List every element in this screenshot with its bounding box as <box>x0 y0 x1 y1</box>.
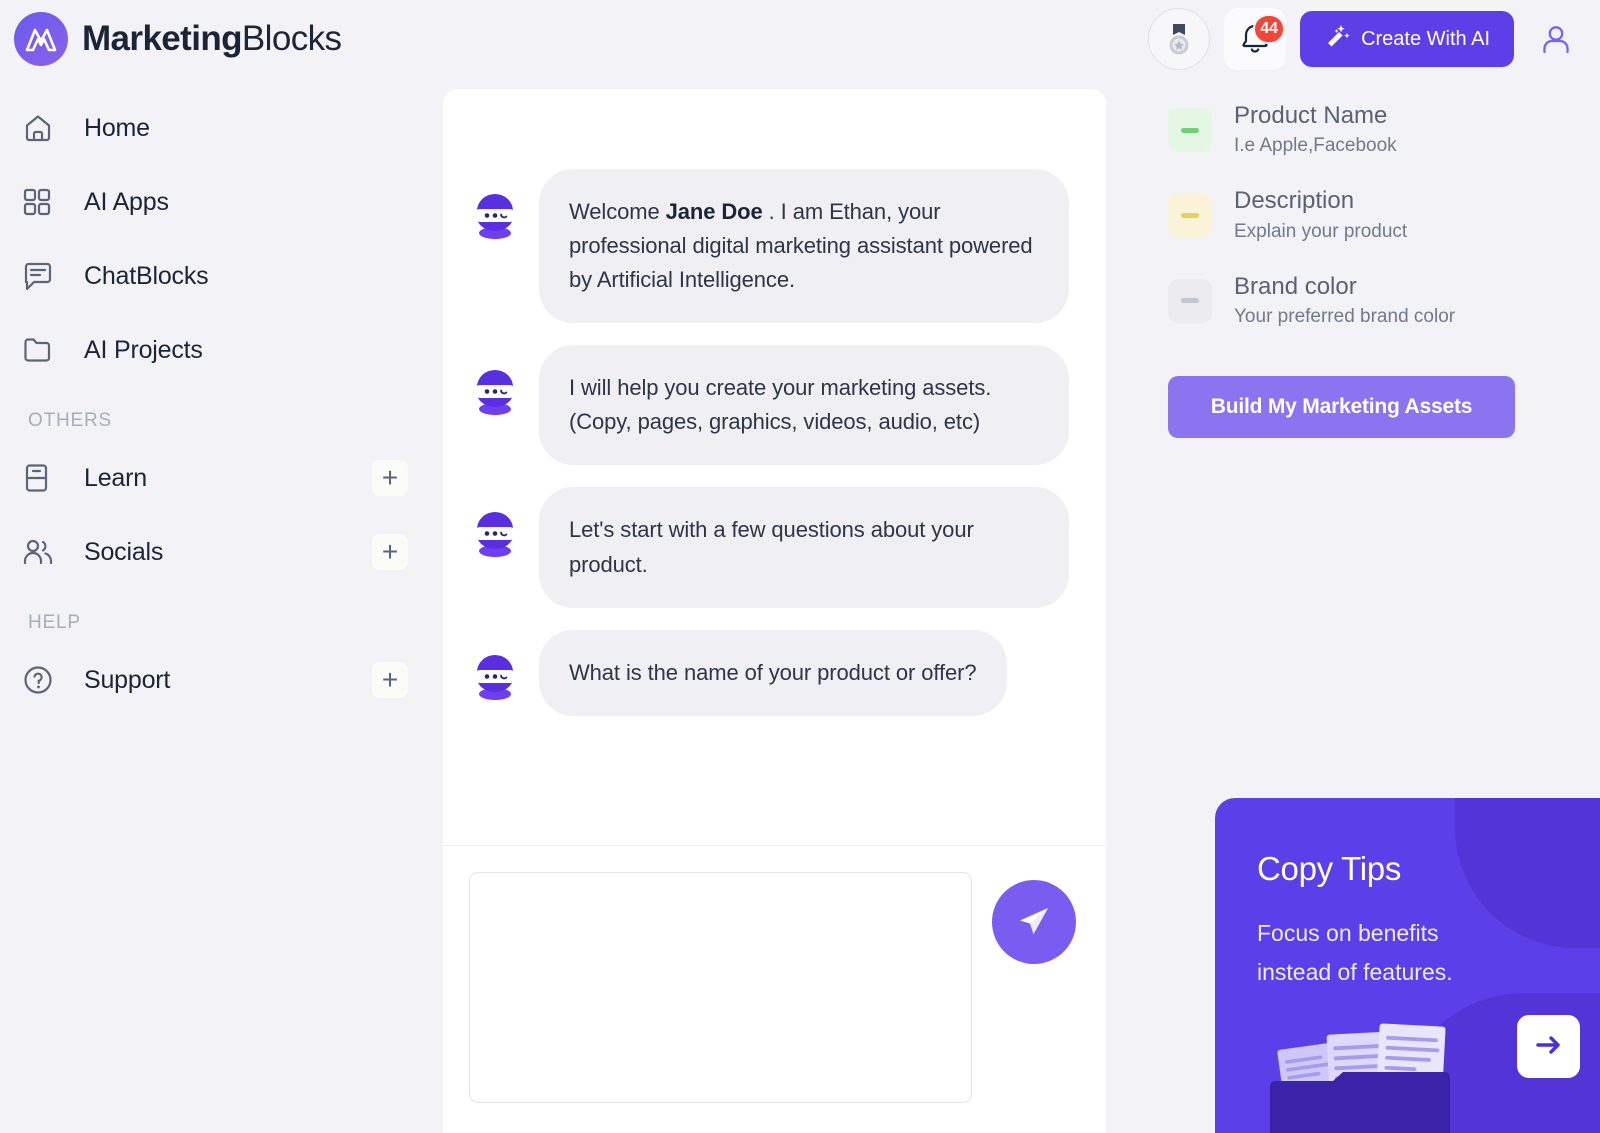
copy-tips-card[interactable]: Copy Tips Focus on benefits instead of f… <box>1215 798 1600 1133</box>
sidebar-item-learn[interactable]: Learn + <box>22 452 408 504</box>
sidebar: Home AI Apps ChatBlocks AI Projects OTHE… <box>0 90 430 1133</box>
create-with-ai-label: Create With AI <box>1361 27 1490 50</box>
top-header: MarketingBlocks 44 Create With AI <box>0 0 1600 78</box>
detail-field-product-name[interactable]: Product Name I.e Apple,Facebook <box>1140 100 1600 157</box>
sidebar-item-support[interactable]: Support + <box>22 654 408 706</box>
book-icon <box>22 462 62 494</box>
detail-field-subtitle: Your preferred brand color <box>1234 306 1456 328</box>
detail-field-title: Brand color <box>1234 272 1357 300</box>
grid-icon <box>22 187 62 217</box>
robot-ninja-avatar-icon <box>469 363 521 417</box>
sidebar-item-chatblocks-label: ChatBlocks <box>84 261 209 290</box>
header-actions: 44 Create With AI <box>1148 0 1584 78</box>
chat-message: Let's start with a few questions about y… <box>469 487 1080 608</box>
detail-field-subtitle: I.e Apple,Facebook <box>1234 135 1397 157</box>
chat-bubble: What is the name of your product or offe… <box>539 629 1007 716</box>
chat-message: I will help you create your marketing as… <box>469 345 1080 466</box>
message-text-pre: Welcome <box>569 199 666 224</box>
robot-ninja-avatar-icon <box>469 187 521 241</box>
copy-tips-next-button[interactable] <box>1517 1015 1580 1078</box>
folder-documents-illustration <box>1270 1008 1500 1133</box>
send-paper-plane-icon <box>1014 901 1054 944</box>
home-icon <box>22 112 62 144</box>
mountain-logo-icon <box>14 12 68 66</box>
brand-name: MarketingBlocks <box>82 19 342 59</box>
detail-field-title: Product Name <box>1234 102 1388 129</box>
arrow-right-icon <box>1534 1033 1564 1060</box>
copy-tips-text: Focus on benefits instead of features. <box>1257 920 1453 986</box>
notifications-button[interactable]: 44 <box>1224 8 1287 70</box>
magic-wand-icon <box>1324 23 1350 55</box>
sidebar-item-learn-label: Learn <box>84 463 147 492</box>
chat-message-input[interactable] <box>469 872 972 1103</box>
chat-message: Welcome Jane Doe . I am Ethan, your prof… <box>469 169 1080 324</box>
chat-bubble-icon <box>22 260 62 292</box>
chat-bubble: I will help you create your marketing as… <box>539 345 1069 466</box>
sidebar-item-ai-projects[interactable]: AI Projects <box>22 324 408 376</box>
sidebar-section-others: OTHERS <box>28 410 112 431</box>
product-details-panel: Product Name I.e Apple,Facebook Descript… <box>1140 100 1600 439</box>
dash-chip-icon <box>1168 108 1212 152</box>
build-marketing-assets-button[interactable]: Build My Marketing Assets <box>1168 376 1515 439</box>
chat-message-list: Welcome Jane Doe . I am Ethan, your prof… <box>443 89 1106 845</box>
chat-bubble: Let's start with a few questions about y… <box>539 487 1069 608</box>
sidebar-section-help: HELP <box>28 612 81 633</box>
chat-bubble: Welcome Jane Doe . I am Ethan, your prof… <box>539 169 1069 324</box>
detail-field-title: Description <box>1234 187 1355 215</box>
users-icon <box>22 537 62 567</box>
dash-chip-icon <box>1168 193 1212 238</box>
send-message-button[interactable] <box>992 880 1076 964</box>
sidebar-item-ai-projects-label: AI Projects <box>84 335 203 364</box>
sidebar-item-ai-apps[interactable]: AI Apps <box>22 176 408 228</box>
sidebar-item-home-label: Home <box>84 113 150 142</box>
plus-icon[interactable]: + <box>372 534 408 570</box>
brand-name-light: Blocks <box>241 19 342 58</box>
user-avatar-icon[interactable] <box>1528 11 1584 67</box>
chat-message: What is the name of your product or offe… <box>469 629 1080 716</box>
plus-icon[interactable]: + <box>372 662 408 698</box>
robot-ninja-avatar-icon <box>469 648 521 702</box>
sidebar-item-support-label: Support <box>84 665 171 694</box>
sidebar-item-socials-label: Socials <box>84 537 164 566</box>
dash-chip-icon <box>1168 278 1212 323</box>
robot-ninja-avatar-icon <box>469 505 521 559</box>
question-circle-icon <box>22 664 62 696</box>
chat-input-area <box>443 845 1106 1133</box>
chat-panel: Welcome Jane Doe . I am Ethan, your prof… <box>443 89 1106 1133</box>
medal-icon[interactable] <box>1148 8 1211 70</box>
create-with-ai-button[interactable]: Create With AI <box>1300 11 1514 67</box>
brand-logo-group[interactable]: MarketingBlocks <box>14 12 342 66</box>
sidebar-item-socials[interactable]: Socials + <box>22 526 408 578</box>
message-highlight: Jane Doe <box>665 199 763 224</box>
detail-field-description[interactable]: Description Explain your product <box>1140 185 1600 242</box>
app-root: MarketingBlocks 44 Create With AI Home A… <box>0 0 1600 1133</box>
sidebar-item-chatblocks[interactable]: ChatBlocks <box>22 250 408 302</box>
folder-icon <box>22 334 62 366</box>
brand-name-bold: Marketing <box>82 19 243 58</box>
copy-tips-title: Copy Tips <box>1257 850 1402 887</box>
notification-count-badge: 44 <box>1253 14 1286 44</box>
detail-field-subtitle: Explain your product <box>1234 220 1408 242</box>
sidebar-item-ai-apps-label: AI Apps <box>84 187 169 216</box>
plus-icon[interactable]: + <box>372 460 408 496</box>
sidebar-item-home[interactable]: Home <box>22 102 408 154</box>
detail-field-brand-color[interactable]: Brand color Your preferred brand color <box>1140 271 1600 328</box>
